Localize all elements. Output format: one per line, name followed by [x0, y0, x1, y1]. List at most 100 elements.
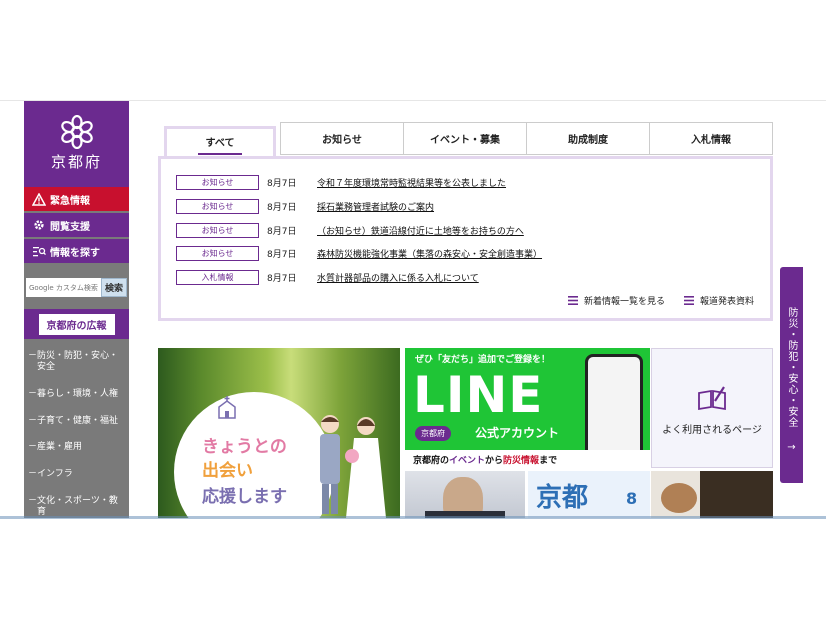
emergency-info-button[interactable]: 緊急情報 [24, 187, 129, 211]
line-official-banner[interactable]: ぜひ「友だち」追加でご登録を！ LINE 京都府 公式アカウント 京都府の イベン… [405, 348, 650, 468]
tab-label: 入札情報 [691, 135, 731, 146]
search-input[interactable] [26, 278, 101, 297]
tab-label: お知らせ [322, 135, 362, 146]
emergency-info-label: 緊急情報 [50, 195, 90, 207]
news-item: お知らせ 8月7日 （お知らせ）鉄道沿線付近に土地等をお持ちの方へ [176, 222, 524, 238]
category-link[interactable]: － 産業・雇用 [24, 442, 129, 453]
tab-bidding[interactable]: 入札情報 [649, 122, 773, 155]
news-title-link[interactable]: （お知らせ）鉄道沿線付近に土地等をお持ちの方へ [317, 224, 524, 237]
news-title-link[interactable]: 森林防災機能強化事業（集落の森安心・安全創造事業） [317, 247, 542, 260]
find-info-button[interactable]: 情報を探す [24, 239, 129, 263]
frequent-pages-link[interactable]: よく利用されるページ [651, 348, 773, 468]
category-link[interactable]: － インフラ [24, 469, 129, 480]
magazine-month: 8 [626, 489, 638, 508]
category-link[interactable]: － 文化・スポーツ・教育 [24, 496, 129, 518]
news-date: 8月7日 [267, 178, 297, 189]
news-category-badge: お知らせ [176, 198, 259, 214]
line-bottom-part: から [485, 455, 504, 466]
side-tab-label: 防災・防犯・安心・安全 [786, 307, 797, 428]
bottom-divider [0, 516, 826, 519]
line-bottom-part: 防災情報 [503, 455, 540, 466]
category-bullet: － [28, 469, 38, 479]
wedding-line-1: きょうとの [202, 437, 287, 457]
news-date: 8月7日 [267, 226, 297, 237]
search-list-icon [28, 245, 50, 258]
category-label: 産業・雇用 [37, 442, 83, 452]
news-category-badge: お知らせ [176, 174, 259, 190]
frequent-pages-label: よく利用されるページ [662, 425, 762, 436]
wedding-line-2: 出会い [202, 461, 253, 481]
news-panel: お知らせ 8月7日 令和７年度環境常時監視結果等を公表しました お知らせ 8月7… [158, 156, 773, 321]
news-item: お知らせ 8月7日 採石業務管理者試験のご案内 [176, 198, 434, 214]
arrow-right-icon: → [787, 442, 796, 453]
category-label: 暮らし・環境・人権 [37, 389, 119, 399]
news-title-link[interactable]: 採石業務管理者試験のご案内 [317, 200, 434, 213]
marriage-support-banner[interactable]: きょうとの 出会い 応援します [158, 348, 400, 518]
line-bottom-part: 京都府の [413, 455, 450, 466]
news-tabs: すべて お知らせ イベント・募集 助成制度 入札情報 [158, 122, 773, 159]
koho-link[interactable]: 京都府の広報 [38, 313, 115, 335]
press-release-label: 報道発表資料 [700, 297, 755, 307]
tab-label: イベント・募集 [430, 135, 500, 146]
news-date: 8月7日 [267, 249, 297, 260]
tab-subsidy[interactable]: 助成制度 [526, 122, 650, 155]
magazine-title: 京都 [536, 483, 589, 513]
category-bullet: － [28, 442, 38, 452]
kyoto-magazine-banner[interactable]: 京都 8 [528, 471, 650, 518]
line-official-label: 公式アカウント [475, 426, 560, 440]
tab-notice[interactable]: お知らせ [280, 122, 404, 155]
site-name: 京都府 [50, 153, 102, 171]
find-info-label: 情報を探す [50, 247, 100, 259]
tab-label: すべて [197, 134, 243, 155]
couple-illustration [320, 415, 386, 518]
site-search: 検索 [26, 278, 127, 297]
line-bottom-part: イベント [449, 455, 486, 466]
category-label: 子育て・健康・福祉 [37, 416, 119, 426]
news-date: 8月7日 [267, 202, 297, 213]
site-logo[interactable]: 京都府 [24, 101, 129, 187]
news-item: お知らせ 8月7日 森林防災機能強化事業（集落の森安心・安全創造事業） [176, 245, 542, 261]
kyoto-crest-icon [60, 115, 93, 149]
press-release-link[interactable]: 報道発表資料 [684, 294, 754, 307]
tab-label: 助成制度 [568, 135, 608, 146]
category-link[interactable]: － 防災・防犯・安心・安全 [24, 351, 129, 373]
category-bullet: － [28, 389, 38, 399]
news-item: お知らせ 8月7日 令和７年度環境常時監視結果等を公表しました [176, 174, 506, 190]
disaster-safety-side-tab[interactable]: 防災・防犯・安心・安全 → [780, 267, 803, 483]
reading-support-button[interactable]: 閲覧支援 [24, 213, 129, 237]
news-category-badge: 入札情報 [176, 269, 259, 285]
category-link[interactable]: － 暮らし・環境・人権 [24, 389, 129, 400]
sidebar: 京都府 緊急情報 閲覧支援 情報を探す 検索 京都府の広報 [24, 101, 129, 518]
browser-viewport: 京都府 緊急情報 閲覧支援 情報を探す 検索 京都府の広報 [0, 100, 826, 518]
more-news-link[interactable]: 新着情報一覧を見る [568, 294, 665, 307]
tab-all[interactable]: すべて [164, 126, 276, 159]
category-bullet: － [28, 496, 38, 506]
kyoto-badge: 京都府 [415, 426, 451, 441]
list-icon [684, 296, 694, 305]
news-category-badge: お知らせ [176, 222, 259, 238]
koho-section: 京都府の広報 [24, 309, 129, 339]
governor-photo-banner[interactable] [405, 471, 525, 518]
food-bowl-image [661, 483, 697, 513]
search-button[interactable]: 検索 [101, 278, 127, 297]
category-bullet: － [28, 416, 38, 426]
category-link[interactable]: － 子育て・健康・福祉 [24, 416, 129, 427]
news-item: 入札情報 8月7日 水質計器部品の購入に係る入札について [176, 269, 479, 285]
news-category-badge: お知らせ [176, 245, 259, 261]
tab-events[interactable]: イベント・募集 [403, 122, 527, 155]
line-bottom-part: まで [539, 455, 558, 466]
line-logo-text: LINE [413, 366, 544, 424]
chapel-icon [218, 396, 236, 419]
reading-support-label: 閲覧支援 [50, 221, 90, 233]
gear-icon [28, 218, 50, 232]
more-news-label: 新着情報一覧を見る [584, 297, 666, 307]
news-title-link[interactable]: 令和７年度環境常時監視結果等を公表しました [317, 176, 506, 189]
warning-icon [28, 192, 50, 206]
category-bullet: － [28, 351, 38, 361]
list-icon [568, 296, 578, 305]
category-label: 防災・防犯・安心・安全 [37, 351, 119, 372]
product-photo-banner[interactable] [651, 471, 773, 518]
news-title-link[interactable]: 水質計器部品の購入に係る入札について [317, 271, 479, 284]
news-date: 8月7日 [267, 273, 297, 284]
line-bottom-text: 京都府の イベント から 防災情報 まで [405, 450, 650, 468]
